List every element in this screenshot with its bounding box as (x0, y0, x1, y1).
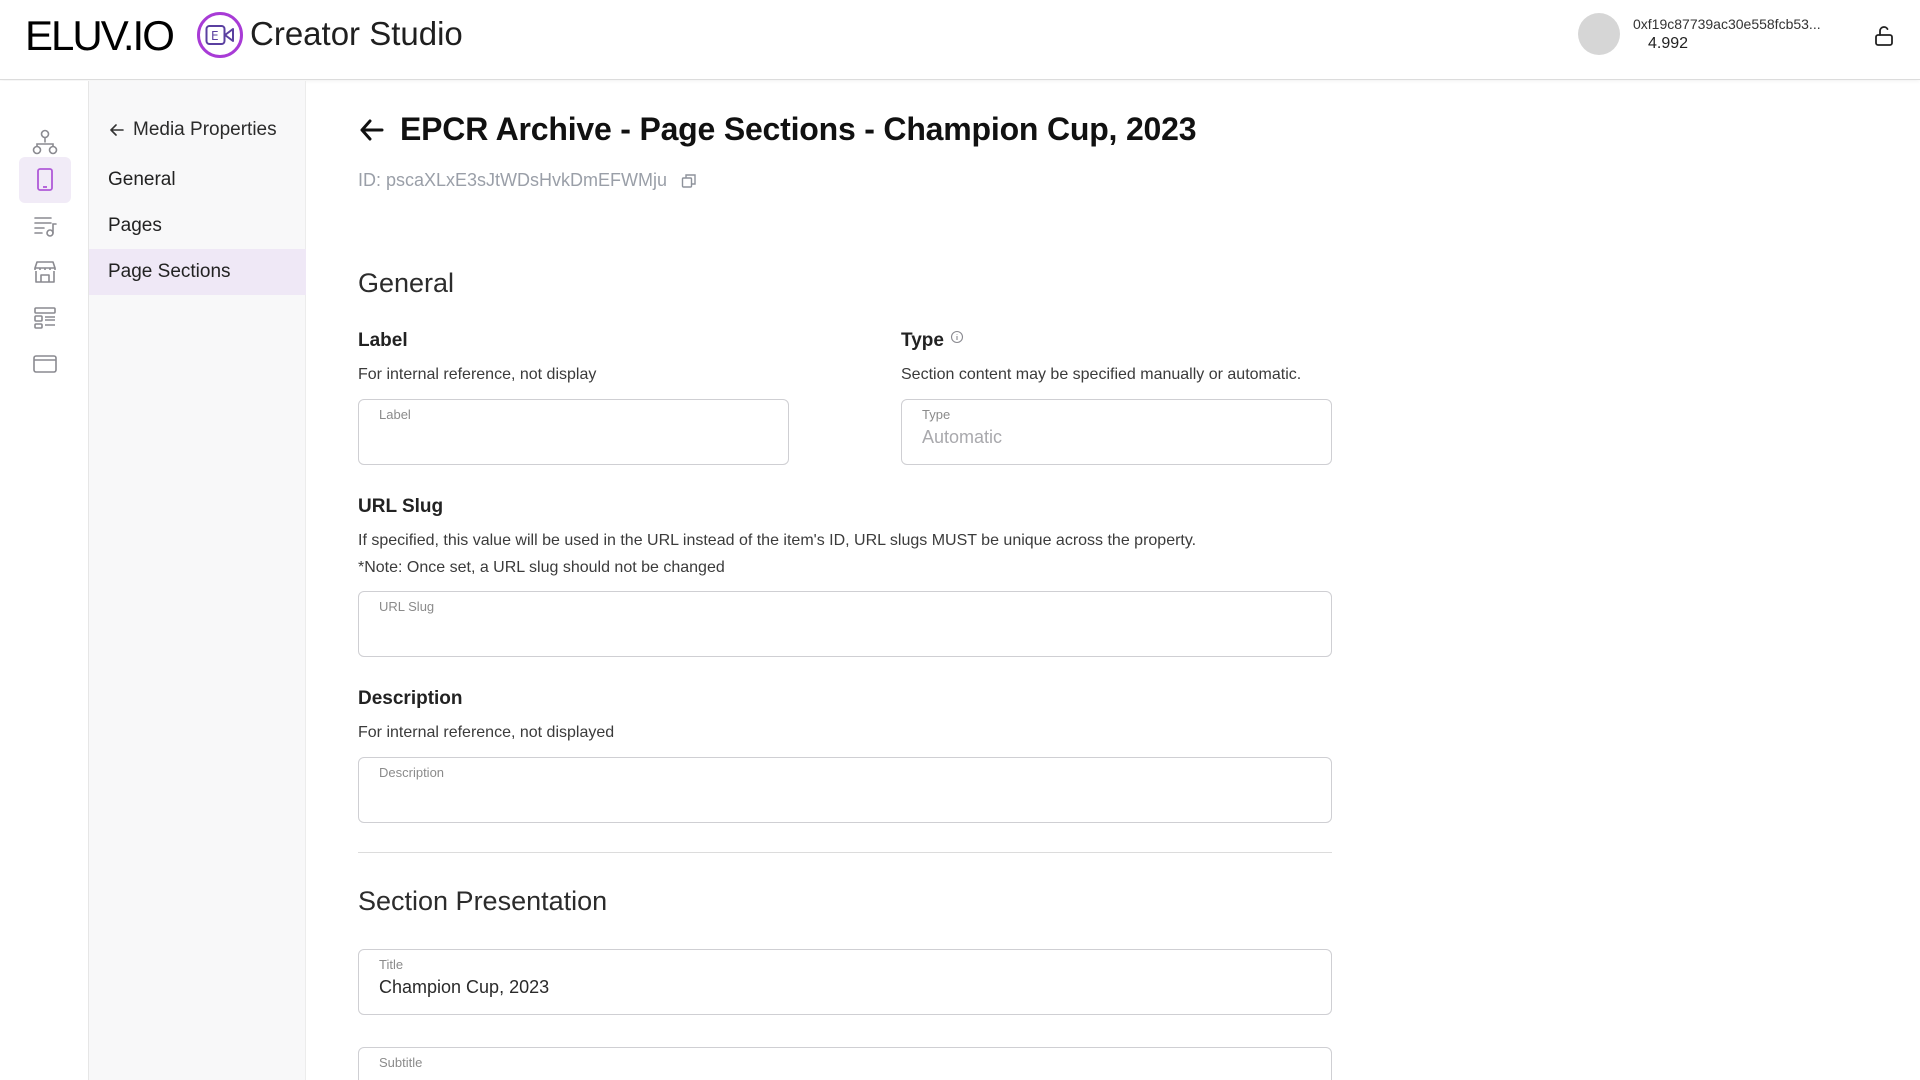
section-presentation-heading: Section Presentation (358, 886, 608, 916)
label-input-label: Label (379, 407, 411, 422)
tablet-icon (37, 168, 53, 191)
label-input[interactable]: Label (358, 399, 789, 465)
rail-playlists-button[interactable] (19, 203, 71, 249)
url-slug-field-title-text: URL Slug (358, 496, 444, 517)
account-avatar[interactable] (1578, 13, 1620, 55)
svg-text:E: E (211, 29, 219, 43)
title-input[interactable]: Title Champion Cup, 2023 (358, 949, 1332, 1015)
store-icon (34, 261, 56, 283)
title-input-label: Title (379, 957, 404, 972)
account-balance: 4.992 (1648, 35, 1689, 52)
description-field-title-text: Description (358, 688, 463, 709)
url-slug-input[interactable]: URL Slug (358, 591, 1332, 657)
lock-icon (1875, 26, 1893, 46)
app-title: Creator Studio (250, 15, 463, 52)
main-content: EPCR Archive - Page Sections - Champion … (306, 81, 1920, 1080)
rail-marketplace-button[interactable] (19, 249, 71, 295)
arrow-left-icon (110, 124, 124, 136)
subnav-item-page-sections[interactable]: Page Sections (89, 249, 306, 295)
object-id-row: ID: pscaXLxE3sJtWDsHvkDmEFWMju (358, 170, 697, 191)
url-slug-field-title: URL Slug (358, 496, 443, 518)
back-link-label: Media Properties (133, 119, 277, 140)
icon-rail (0, 81, 89, 1080)
eluvio-logo[interactable]: ELUV.IO (25, 12, 175, 60)
sub-navigation: Media Properties General Pages Page Sect… (89, 81, 306, 1080)
url-slug-input-label: URL Slug (379, 599, 435, 614)
general-section-heading: General (358, 268, 455, 298)
title-input-value: Champion Cup, 2023 (379, 977, 550, 997)
top-header: ELUV.IO E Creator Studio 0xf19c87739ac30… (0, 0, 1920, 80)
rail-media-properties-button[interactable] (19, 157, 71, 203)
url-slug-field-description: If specified, this value will be used in… (358, 532, 1197, 549)
copy-id-button[interactable] (681, 173, 697, 189)
description-field-title: Description (358, 688, 463, 710)
page-title-row: EPCR Archive - Page Sections - Champion … (358, 111, 1197, 148)
subtitle-input-label: Subtitle (379, 1055, 423, 1070)
description-input[interactable]: Description (358, 757, 1332, 823)
type-field-description: Section content may be specified manuall… (901, 366, 1302, 383)
section-divider (358, 852, 1332, 853)
subtitle-input[interactable]: Subtitle (358, 1047, 1332, 1080)
info-icon[interactable] (950, 330, 964, 344)
type-field-title: Type (901, 330, 964, 352)
back-to-media-properties-link[interactable]: Media Properties (109, 119, 277, 141)
copy-icon (681, 173, 696, 188)
subnav-item-general[interactable]: General (89, 157, 306, 203)
label-field-title: Label (358, 330, 408, 352)
back-button[interactable] (358, 116, 386, 144)
browser-window-icon (33, 355, 57, 373)
creator-studio-logo-icon: E (197, 12, 243, 58)
lock-button[interactable] (1870, 22, 1898, 50)
rail-layout-button[interactable] (19, 295, 71, 341)
url-slug-field-note: *Note: Once set, a URL slug should not b… (358, 559, 725, 576)
label-field-title-text: Label (358, 330, 408, 351)
type-select-value: Automatic (922, 427, 1003, 447)
page-title: EPCR Archive - Page Sections - Champion … (400, 111, 1197, 147)
rail-window-button[interactable] (19, 341, 71, 387)
description-input-label: Description (379, 765, 445, 780)
object-id: ID: pscaXLxE3sJtWDsHvkDmEFWMju (358, 170, 668, 190)
type-select[interactable]: Type Automatic (901, 399, 1332, 465)
type-field-title-text: Type (901, 330, 944, 351)
subnav-item-pages[interactable]: Pages (89, 203, 306, 249)
type-select-label: Type (922, 407, 951, 422)
sitemap-icon (32, 129, 58, 155)
playlist-icon (34, 217, 57, 237)
label-field-description: For internal reference, not display (358, 366, 597, 383)
account-address: 0xf19c87739ac30e558fcb53... (1633, 16, 1821, 32)
arrow-left-icon (360, 119, 384, 140)
layout-icon (34, 307, 56, 329)
description-field-description: For internal reference, not displayed (358, 724, 615, 741)
